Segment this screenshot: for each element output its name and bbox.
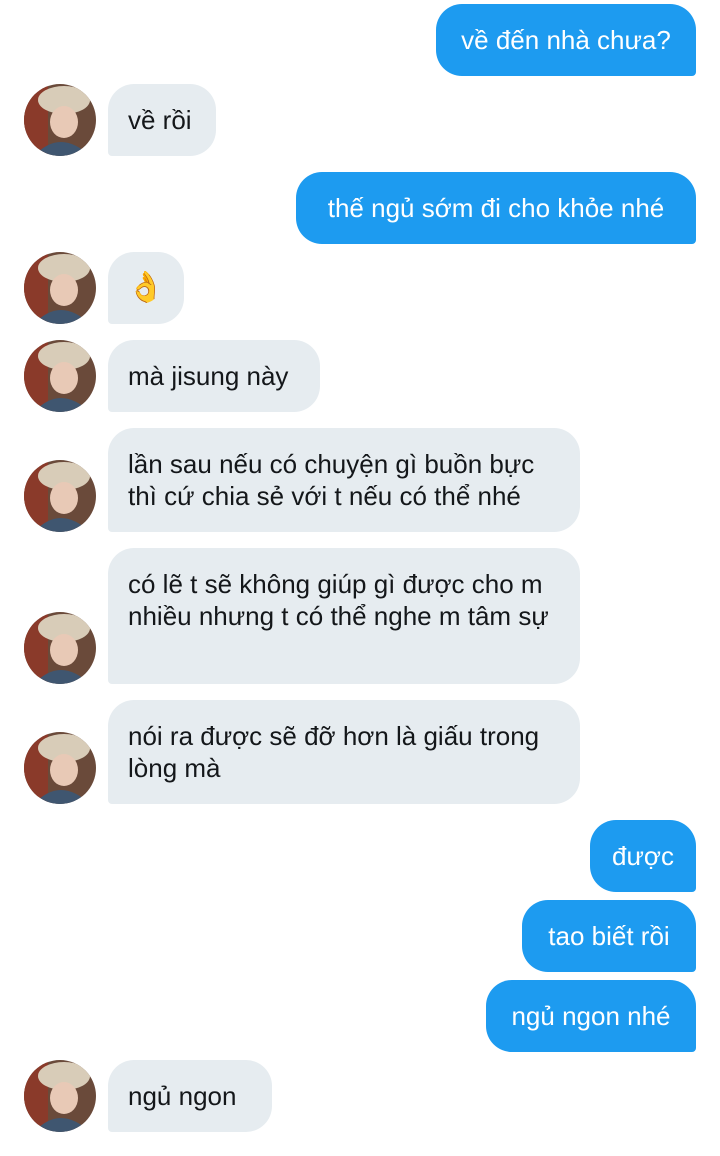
avatar-photo-icon [24, 252, 96, 324]
message-bubble-outgoing[interactable]: tao biết rồi [522, 900, 696, 972]
contact-avatar[interactable] [24, 84, 96, 156]
message-text: ngủ ngon nhé [511, 1001, 671, 1031]
avatar-photo-icon [24, 612, 96, 684]
message-bubble-incoming[interactable]: nói ra được sẽ đỡ hơn là giấu trong lòng… [108, 700, 580, 804]
message-bubble-incoming[interactable]: có lẽ t sẽ không giúp gì được cho m nhiề… [108, 548, 580, 684]
ok-hand-emoji-icon: 👌 [127, 271, 165, 304]
avatar-photo-icon [24, 1060, 96, 1132]
contact-avatar[interactable] [24, 612, 96, 684]
message-bubble-outgoing[interactable]: thế ngủ sớm đi cho khỏe nhé [296, 172, 696, 244]
message-bubble-incoming[interactable]: về rồi [108, 84, 216, 156]
message-text: có lẽ t sẽ không giúp gì được cho m nhiề… [128, 569, 549, 631]
contact-avatar[interactable] [24, 340, 96, 412]
avatar-photo-icon [24, 460, 96, 532]
message-bubble-incoming[interactable]: 👌 [108, 252, 184, 324]
message-text: nói ra được sẽ đỡ hơn là giấu trong lòng… [128, 721, 540, 783]
message-bubble-incoming[interactable]: mà jisung này [108, 340, 320, 412]
contact-avatar[interactable] [24, 460, 96, 532]
message-bubble-outgoing[interactable]: được [590, 820, 696, 892]
message-text: lần sau nếu có chuyện gì buồn bực thì cứ… [128, 449, 535, 511]
message-text: tao biết rồi [548, 921, 670, 951]
message-text: được [612, 841, 674, 871]
message-bubble-incoming[interactable]: ngủ ngon [108, 1060, 272, 1132]
avatar-photo-icon [24, 84, 96, 156]
contact-avatar[interactable] [24, 252, 96, 324]
message-text: mà jisung này [128, 361, 289, 391]
message-text: về rồi [128, 105, 192, 135]
message-bubble-outgoing[interactable]: ngủ ngon nhé [486, 980, 696, 1052]
contact-avatar[interactable] [24, 1060, 96, 1132]
avatar-photo-icon [24, 732, 96, 804]
message-text: ngủ ngon [128, 1081, 237, 1111]
message-text: thế ngủ sớm đi cho khỏe nhé [327, 193, 665, 223]
avatar-photo-icon [24, 340, 96, 412]
message-bubble-outgoing[interactable]: về đến nhà chưa? [436, 4, 696, 76]
message-bubble-incoming[interactable]: lần sau nếu có chuyện gì buồn bực thì cứ… [108, 428, 580, 532]
contact-avatar[interactable] [24, 732, 96, 804]
message-text: về đến nhà chưa? [461, 25, 671, 55]
